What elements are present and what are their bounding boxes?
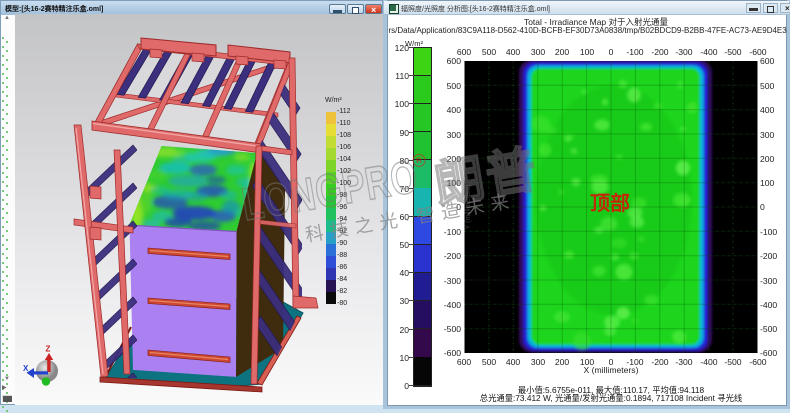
svg-text:顶部: 顶部	[590, 191, 630, 215]
svg-text:Y (millimeters): Y (millimeters)	[465, 185, 472, 230]
svg-text:Z: Z	[46, 345, 51, 354]
svg-text:X: X	[23, 364, 29, 373]
